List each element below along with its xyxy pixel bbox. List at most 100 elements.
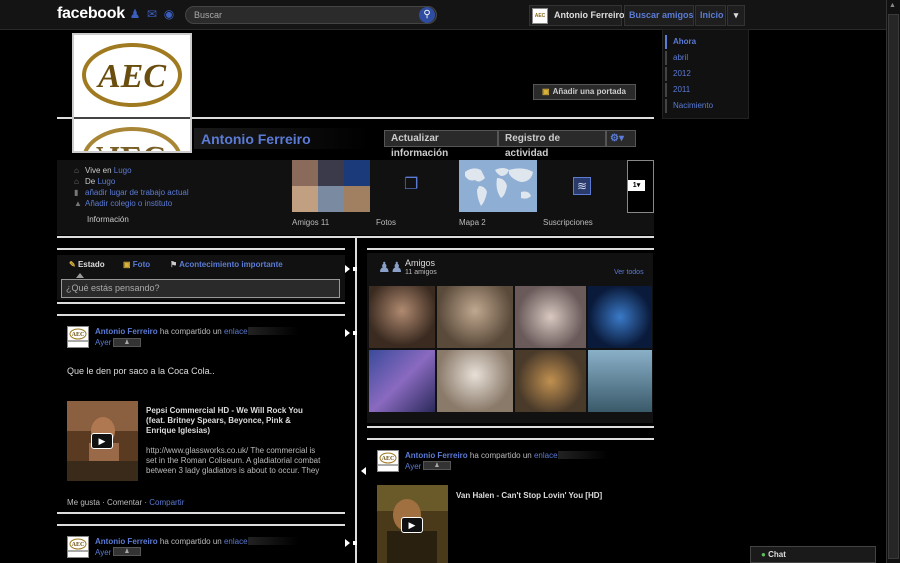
post-author-avatar[interactable]: AEC bbox=[377, 450, 399, 472]
tab-status[interactable]: ✎ Estado bbox=[69, 260, 105, 269]
status-input[interactable]: ¿Qué estás pensando? bbox=[61, 279, 340, 298]
friend-photo[interactable] bbox=[588, 286, 652, 348]
post-time-link[interactable]: Ayer bbox=[95, 338, 111, 347]
timeline-nav-2012[interactable]: 2012 bbox=[665, 67, 745, 81]
more-tiles-badge: 1▾ bbox=[628, 180, 645, 191]
scrollbar-thumb[interactable] bbox=[888, 14, 899, 559]
post-link[interactable]: enlace bbox=[534, 451, 558, 460]
play-icon[interactable]: ▶ bbox=[91, 433, 113, 449]
friend-photo[interactable] bbox=[437, 350, 513, 412]
house-icon: ⌂ bbox=[74, 166, 79, 175]
timeline-spine bbox=[355, 238, 357, 563]
post-time-link[interactable]: Ayer bbox=[95, 548, 111, 557]
friends-tile[interactable] bbox=[292, 160, 370, 212]
friend-photo[interactable] bbox=[515, 350, 586, 412]
video-thumbnail[interactable]: ▶ bbox=[377, 485, 448, 563]
find-friends-button[interactable]: Buscar amigos bbox=[624, 5, 694, 26]
svg-text:AEC: AEC bbox=[382, 456, 395, 462]
notifications-icon[interactable]: ◉ bbox=[162, 7, 176, 21]
friends-tile-label[interactable]: Amigos 11 bbox=[292, 218, 329, 227]
subscriptions-tile-label[interactable]: Suscripciones bbox=[543, 218, 593, 227]
like-link[interactable]: Me gusta bbox=[67, 498, 100, 507]
friend-requests-icon[interactable]: ♟ bbox=[128, 7, 142, 21]
add-cover-button[interactable]: ▣ Añadir una portada bbox=[533, 84, 636, 100]
timeline-nav-2011[interactable]: 2011 bbox=[665, 83, 745, 97]
messages-icon[interactable]: ✉ bbox=[145, 7, 159, 21]
privacy-audience-icon[interactable]: ♟ bbox=[423, 461, 451, 470]
privacy-audience-icon[interactable]: ♟ bbox=[113, 547, 141, 556]
timeline-nav-april[interactable]: abril bbox=[665, 51, 745, 65]
post-author-link[interactable]: Antonio Ferreiro bbox=[95, 537, 158, 546]
monogram-logo: AEC AEC bbox=[74, 35, 190, 151]
friend-photo[interactable] bbox=[515, 286, 586, 348]
photos-tile-label[interactable]: Fotos bbox=[376, 218, 396, 227]
video-thumbnail[interactable]: ▶ bbox=[67, 401, 138, 481]
avatar[interactable]: AEC bbox=[532, 8, 548, 24]
privacy-audience-icon[interactable]: ♟ bbox=[113, 338, 141, 347]
photos-icon[interactable]: ❐ bbox=[404, 177, 424, 193]
post-time-link[interactable]: Ayer bbox=[405, 462, 421, 471]
post-header: Antonio Ferreiro ha compartido un enlace… bbox=[95, 537, 250, 546]
post-link[interactable]: enlace bbox=[224, 327, 248, 336]
post-author-link[interactable]: Antonio Ferreiro bbox=[405, 451, 468, 460]
monogram-avatar-icon: AEC bbox=[68, 538, 88, 552]
post-link[interactable]: enlace bbox=[224, 537, 248, 546]
chat-label: Chat bbox=[768, 550, 786, 559]
friend-photo[interactable] bbox=[369, 350, 435, 412]
add-school: ▲ Añadir colegio o instituto bbox=[74, 199, 172, 208]
friends-box-title[interactable]: Amigos bbox=[405, 258, 435, 268]
scroll-up-arrow-icon[interactable]: ▲ bbox=[889, 2, 898, 12]
video-title-link[interactable]: Van Halen - Can't Stop Lovin' You [HD] bbox=[456, 491, 602, 500]
graduation-cap-icon: ▲ bbox=[74, 199, 82, 208]
map-tile-label[interactable]: Mapa 2 bbox=[459, 218, 486, 227]
profile-name[interactable]: Antonio Ferreiro bbox=[201, 131, 311, 147]
comment-link[interactable]: Comentar bbox=[107, 498, 142, 507]
friend-photo[interactable] bbox=[588, 350, 652, 412]
fade-bar bbox=[248, 537, 298, 545]
world-map-icon bbox=[459, 160, 537, 212]
profile-picture[interactable]: AEC AEC bbox=[72, 33, 192, 153]
spine-dot bbox=[353, 267, 357, 271]
post-header: Antonio Ferreiro ha compartido un enlace… bbox=[405, 451, 560, 460]
post-author-link[interactable]: Antonio Ferreiro bbox=[95, 327, 158, 336]
friend-photo[interactable] bbox=[369, 286, 435, 348]
info-label[interactable]: Información bbox=[87, 215, 129, 224]
svg-text:AEC: AEC bbox=[72, 332, 85, 338]
friend-photo[interactable] bbox=[437, 286, 513, 348]
svg-text:AEC: AEC bbox=[72, 542, 85, 548]
share-link[interactable]: Compartir bbox=[149, 498, 184, 507]
divider bbox=[367, 438, 654, 440]
add-school-link[interactable]: Añadir colegio o instituto bbox=[85, 199, 172, 208]
add-work-link[interactable]: añadir lugar de trabajo actual bbox=[85, 188, 189, 197]
tab-photo[interactable]: ▣ Foto bbox=[123, 260, 150, 269]
video-title-link[interactable]: Pepsi Commercial HD - We Will Rock You (… bbox=[146, 406, 316, 436]
divider bbox=[367, 248, 654, 250]
timeline-nav-birth[interactable]: Nacimiento bbox=[665, 99, 745, 113]
search-icon[interactable]: ⚲ bbox=[419, 7, 435, 23]
map-tile[interactable] bbox=[459, 160, 537, 212]
account-menu-chevron-down-icon[interactable]: ▾ bbox=[727, 5, 745, 26]
lives-city-link[interactable]: Lugo bbox=[114, 166, 132, 175]
update-info-button[interactable]: Actualizar información bbox=[384, 130, 498, 159]
chat-bar[interactable]: ● Chat bbox=[750, 546, 876, 563]
user-name: Antonio Ferreiro bbox=[554, 10, 625, 20]
post-header: Antonio Ferreiro ha compartido un enlace… bbox=[95, 327, 250, 336]
subscriptions-rss-icon[interactable]: ≋ bbox=[573, 177, 591, 195]
timeline-nav-now[interactable]: Ahora bbox=[665, 35, 745, 49]
home-button[interactable]: Inicio bbox=[695, 5, 726, 26]
post-author-avatar[interactable]: AEC bbox=[67, 536, 89, 558]
tab-life-event[interactable]: ⚑ Acontecimiento importante bbox=[170, 260, 283, 269]
play-icon[interactable]: ▶ bbox=[401, 517, 423, 533]
activity-log-button[interactable]: Registro de actividad bbox=[498, 130, 606, 159]
more-tiles-button[interactable]: 1▾ bbox=[627, 160, 654, 213]
from-city-link[interactable]: Lugo bbox=[97, 177, 115, 186]
spine-arrow-right-icon bbox=[345, 265, 350, 273]
facebook-logo[interactable]: facebook bbox=[57, 5, 125, 23]
divider bbox=[57, 302, 345, 304]
see-all-friends-link[interactable]: Ver todos bbox=[614, 269, 644, 276]
spine-dot bbox=[353, 541, 357, 545]
fade-bar bbox=[248, 327, 298, 335]
post-author-avatar[interactable]: AEC bbox=[67, 326, 89, 348]
settings-gear-icon[interactable]: ⚙▾ bbox=[606, 130, 636, 147]
search-input[interactable]: Buscar bbox=[185, 6, 437, 24]
